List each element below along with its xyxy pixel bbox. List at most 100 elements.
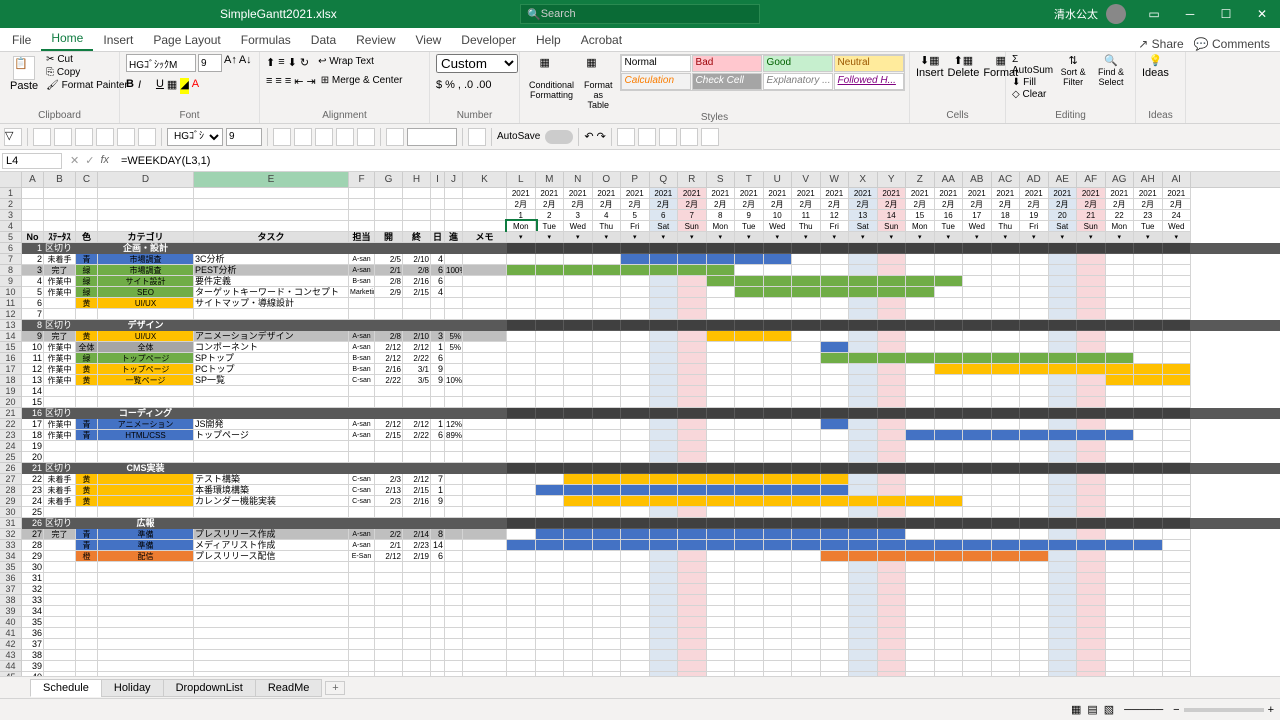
cell[interactable] (445, 562, 463, 573)
cell[interactable] (445, 221, 463, 232)
col-header[interactable]: B (44, 172, 76, 187)
cell[interactable]: 1 (431, 485, 445, 496)
row-header[interactable]: 25 (0, 452, 22, 463)
cell[interactable] (1049, 276, 1078, 287)
cell[interactable] (1163, 551, 1192, 562)
cell[interactable] (963, 331, 992, 342)
cell[interactable] (707, 584, 736, 595)
cell[interactable] (849, 474, 878, 485)
cell[interactable] (445, 287, 463, 298)
row-header[interactable]: 32 (0, 529, 22, 540)
cell[interactable] (431, 584, 445, 595)
cell[interactable] (593, 639, 622, 650)
cell[interactable] (707, 254, 736, 265)
cell[interactable] (194, 452, 349, 463)
cell[interactable] (735, 364, 764, 375)
cell[interactable] (98, 562, 194, 573)
cell[interactable] (76, 606, 98, 617)
cell[interactable] (792, 518, 821, 529)
cell[interactable] (1134, 430, 1163, 441)
cell[interactable] (678, 507, 707, 518)
cell[interactable] (792, 342, 821, 353)
cell[interactable] (707, 342, 736, 353)
cell[interactable]: プレスリリース作成 (194, 529, 349, 540)
qa-icon[interactable] (659, 128, 677, 146)
cell[interactable] (621, 309, 650, 320)
share-button[interactable]: ↗ Share (1138, 37, 1183, 51)
cell[interactable] (707, 562, 736, 573)
cell[interactable] (878, 287, 907, 298)
cell[interactable] (878, 595, 907, 606)
cell[interactable] (98, 661, 194, 672)
cell[interactable] (564, 386, 593, 397)
cell[interactable]: 作業中 (44, 419, 76, 430)
cell[interactable]: 要件定義 (194, 276, 349, 287)
cell[interactable]: ▾ (906, 232, 935, 243)
cell[interactable] (878, 386, 907, 397)
cell[interactable] (536, 573, 565, 584)
cell[interactable] (98, 617, 194, 628)
cell[interactable] (1077, 474, 1106, 485)
cell[interactable] (821, 540, 850, 551)
cell[interactable] (935, 364, 964, 375)
cell[interactable] (507, 496, 536, 507)
cell[interactable]: 12 (821, 210, 850, 221)
cell[interactable] (1049, 474, 1078, 485)
cell[interactable]: トップページ (98, 353, 194, 364)
cell[interactable]: 2月 (564, 199, 593, 210)
cell[interactable] (536, 331, 565, 342)
cell[interactable] (445, 595, 463, 606)
cell[interactable] (792, 397, 821, 408)
cell[interactable] (621, 353, 650, 364)
tab-page-layout[interactable]: Page Layout (143, 29, 230, 51)
view-pagebreak-icon[interactable]: ▧ (1104, 703, 1114, 716)
cell[interactable] (445, 551, 463, 562)
cell[interactable] (935, 573, 964, 584)
cell[interactable]: 2/12 (375, 419, 403, 430)
cell[interactable] (564, 540, 593, 551)
cell[interactable] (1077, 430, 1106, 441)
cell[interactable] (963, 496, 992, 507)
cell[interactable] (445, 188, 463, 199)
cell[interactable] (935, 529, 964, 540)
cell[interactable] (375, 562, 403, 573)
cell[interactable] (906, 386, 935, 397)
cell[interactable] (1049, 364, 1078, 375)
cell[interactable] (992, 364, 1021, 375)
cell[interactable] (1049, 463, 1078, 474)
cell[interactable] (593, 342, 622, 353)
cell[interactable]: ターゲットキーワード・コンセプト (194, 287, 349, 298)
cell[interactable]: ▾ (935, 232, 964, 243)
cell[interactable] (1077, 265, 1106, 276)
cell[interactable] (463, 507, 507, 518)
cell[interactable] (445, 210, 463, 221)
cell[interactable] (849, 419, 878, 430)
cell[interactable] (1049, 331, 1078, 342)
cell[interactable]: 作業中 (44, 353, 76, 364)
row-header[interactable]: 39 (0, 606, 22, 617)
cell[interactable] (935, 386, 964, 397)
cell[interactable] (536, 540, 565, 551)
cell[interactable] (1163, 320, 1192, 331)
cell[interactable] (1134, 496, 1163, 507)
cell[interactable] (1134, 551, 1163, 562)
cell[interactable] (906, 353, 935, 364)
col-header[interactable]: C (76, 172, 98, 187)
cell[interactable]: 11 (22, 353, 44, 364)
format-as-table-button[interactable]: ▦Format as Table (581, 54, 616, 112)
cell[interactable] (1134, 419, 1163, 430)
cell[interactable] (44, 573, 76, 584)
cell[interactable]: 完了 (44, 265, 76, 276)
cell[interactable] (764, 452, 793, 463)
cell[interactable] (650, 650, 679, 661)
cell[interactable] (463, 573, 507, 584)
cell[interactable] (906, 375, 935, 386)
cell[interactable] (194, 188, 349, 199)
cell[interactable] (992, 265, 1021, 276)
col-header[interactable]: D (98, 172, 194, 187)
cell[interactable] (76, 441, 98, 452)
cell[interactable] (935, 650, 964, 661)
cell[interactable] (22, 188, 44, 199)
cell[interactable] (792, 430, 821, 441)
cell[interactable]: Thu (992, 221, 1021, 232)
